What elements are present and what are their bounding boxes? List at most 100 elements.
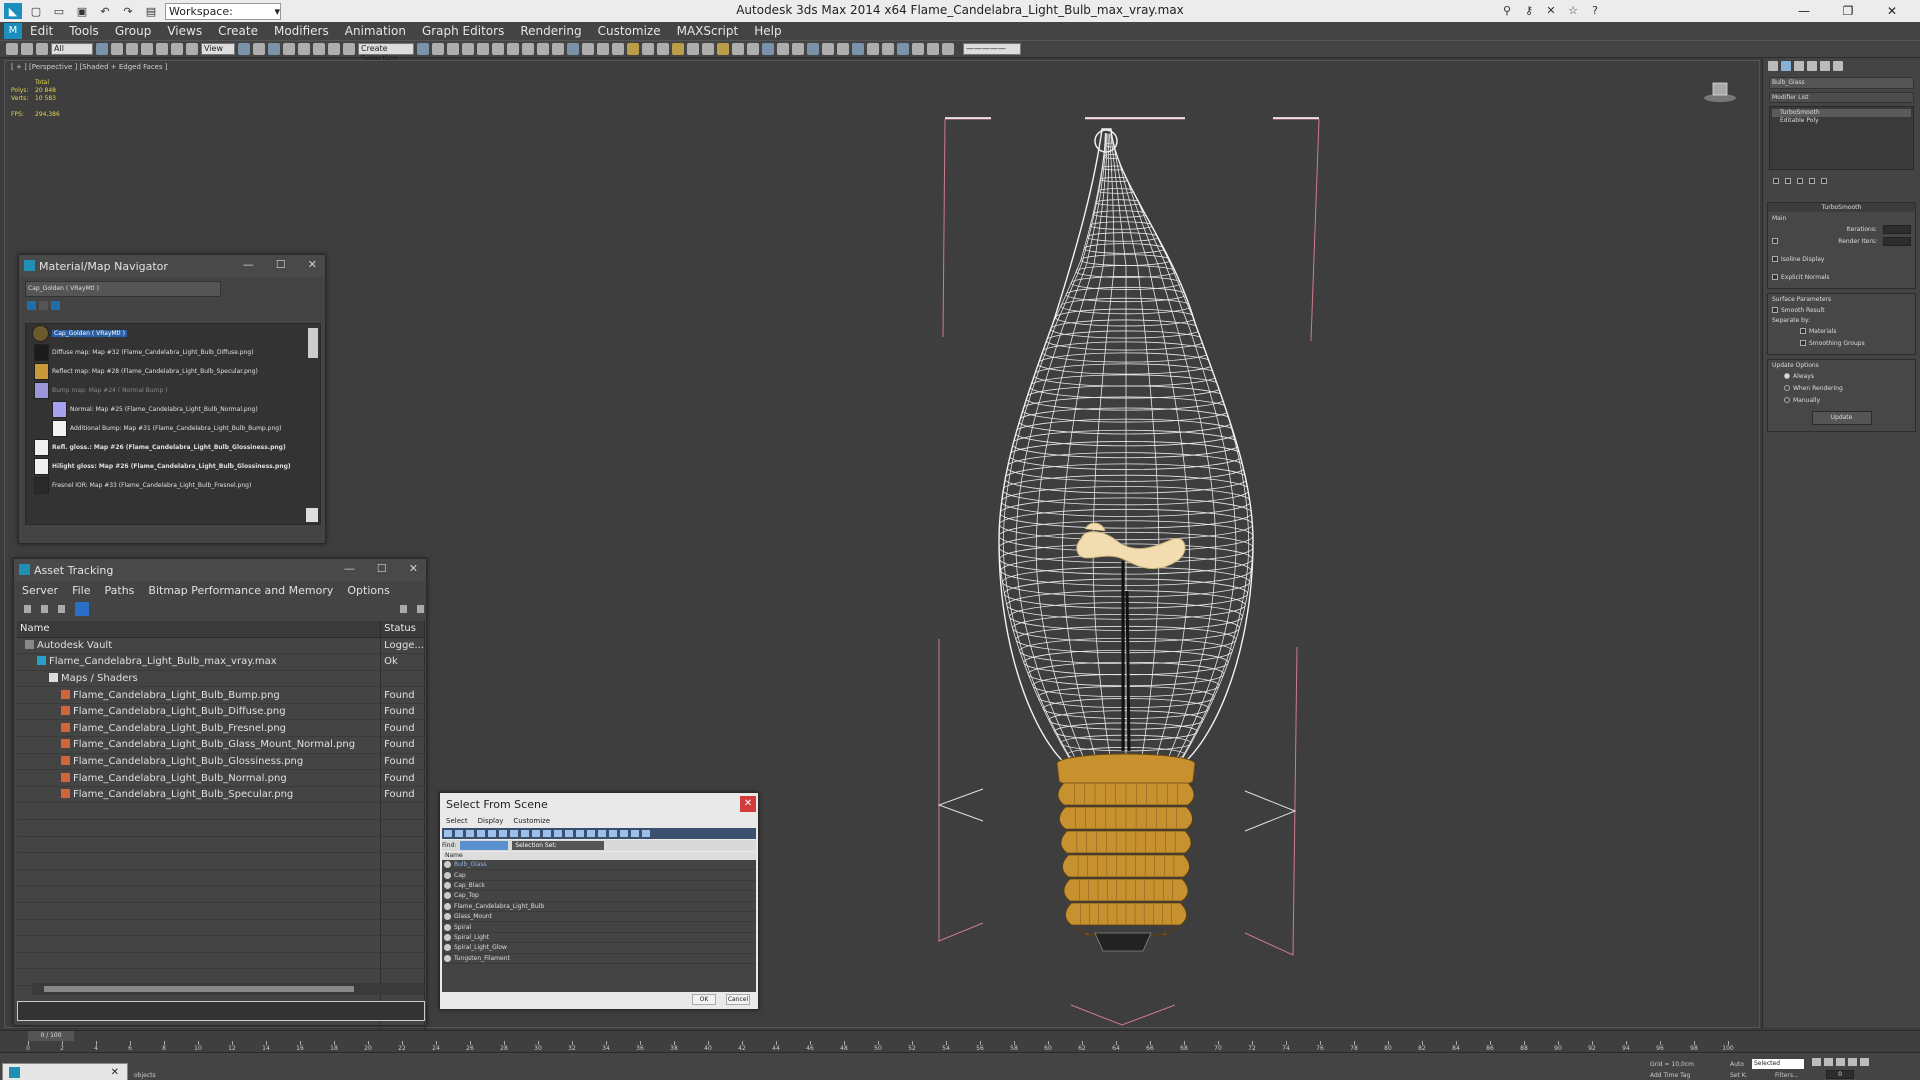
minimize-icon[interactable]: — (344, 562, 355, 575)
render-iters-spinner[interactable] (1883, 236, 1911, 246)
asset-tracking-titlebar[interactable]: Asset Tracking — ☐ ✕ (14, 559, 426, 581)
when-rendering-radio[interactable] (1784, 385, 1790, 391)
menu-graph-editors[interactable]: Graph Editors (422, 24, 504, 38)
refresh-icon[interactable] (24, 605, 31, 613)
menu-select[interactable]: Select (446, 817, 468, 825)
manually-radio[interactable] (1784, 397, 1790, 403)
menu-tools[interactable]: Tools (69, 24, 99, 38)
layer-manager-icon[interactable] (447, 43, 459, 55)
filter-columns-icon[interactable] (631, 830, 639, 837)
smooth-result-checkbox[interactable] (1772, 307, 1778, 313)
vray-env-icon[interactable] (897, 43, 909, 55)
vray-rt-icon[interactable] (912, 43, 924, 55)
filter-frozen-icon[interactable] (554, 830, 562, 837)
help-small-icon[interactable] (400, 605, 407, 613)
mirror-icon[interactable] (417, 43, 429, 55)
filter-bones-icon[interactable] (532, 830, 540, 837)
vray-mesh-export-icon[interactable] (612, 43, 624, 55)
selection-filter-dropdown[interactable]: All (51, 43, 93, 55)
table-row[interactable]: Flame_Candelabra_Light_Bulb_max_vray.max… (17, 653, 425, 671)
menu-paths[interactable]: Paths (105, 584, 135, 597)
table-row[interactable]: Flame_Candelabra_Light_Bulb_Bump.png Foun… (17, 686, 425, 704)
vray-mtl-icon[interactable] (807, 43, 819, 55)
close-icon[interactable]: ✕ (409, 562, 418, 575)
named-selection-dropdown[interactable]: Create Selection (358, 43, 414, 63)
list-item[interactable]: Bulb_Glass (442, 860, 756, 871)
select-manipulate-icon[interactable] (253, 43, 265, 55)
vray-displacement-icon[interactable] (762, 43, 774, 55)
undo-link-icon[interactable] (6, 43, 18, 55)
keyboard-shortcut-icon[interactable] (268, 43, 280, 55)
close-button[interactable]: ✕ (1870, 1, 1914, 21)
isoline-display-checkbox[interactable] (1772, 256, 1778, 262)
filter-none-icon[interactable] (587, 830, 595, 837)
column-header-status[interactable]: Status (380, 621, 425, 638)
table-row[interactable]: Maps / Shaders (17, 670, 425, 688)
table-row[interactable]: Flame_Candelabra_Light_Bulb_Normal.png Fo… (17, 769, 425, 787)
vray-fur-icon[interactable] (687, 43, 699, 55)
vray-light-lister-icon[interactable] (597, 43, 609, 55)
maximize-icon[interactable]: ☐ (377, 562, 387, 575)
update-button[interactable]: Update (1811, 411, 1872, 425)
select-object-icon[interactable] (96, 43, 108, 55)
map-item[interactable]: Additional Bump: Map #31 (Flame_Candelab… (26, 419, 320, 438)
material-root-item[interactable]: Cap_Golden ( VRayMtl ) (26, 324, 320, 343)
filter-groups-icon[interactable] (510, 830, 518, 837)
vray-override-icon[interactable] (822, 43, 834, 55)
list-item[interactable]: Spiral (442, 922, 756, 933)
go-to-end-icon[interactable] (1860, 1058, 1869, 1066)
list-item[interactable]: Cap (442, 870, 756, 881)
map-item[interactable]: Refl. gloss.: Map #26 (Flame_Candelabra_… (26, 438, 320, 457)
filter-hierarchy-icon[interactable] (620, 830, 628, 837)
table-row[interactable]: Flame_Candelabra_Light_Bulb_Glass_Mount_… (17, 736, 425, 754)
display-tab-icon[interactable] (1820, 61, 1830, 71)
vray-wrapper-icon[interactable] (837, 43, 849, 55)
unlink-icon[interactable] (21, 43, 33, 55)
remove-modifier-icon[interactable] (1809, 178, 1815, 184)
pin-stack-icon[interactable] (1773, 178, 1779, 184)
vray-plane-icon[interactable] (702, 43, 714, 55)
configure-sets-icon[interactable] (1821, 178, 1827, 184)
map-item[interactable]: Fresnel IOR: Map #33 (Flame_Candelabra_L… (26, 476, 320, 495)
checkout-icon[interactable] (58, 605, 65, 613)
filter-geometry-icon[interactable] (444, 830, 452, 837)
menu-display[interactable]: Display (478, 817, 504, 825)
vray-dome-icon[interactable] (657, 43, 669, 55)
list-item[interactable]: Glass_Mount (442, 912, 756, 923)
map-item[interactable]: Hilight gloss: Map #26 (Flame_Candelabra… (26, 457, 320, 476)
exchange-icon[interactable]: ✕ (1542, 2, 1560, 18)
select-from-scene-titlebar[interactable]: Select From Scene ✕ (440, 793, 758, 815)
menu-help[interactable]: Help (754, 24, 781, 38)
key-icon[interactable]: ⚷ (1520, 2, 1538, 18)
menu-server[interactable]: Server (22, 584, 58, 597)
vray-2side-icon[interactable] (867, 43, 879, 55)
utilities-tab-icon[interactable] (1833, 61, 1843, 71)
vray-sphere-icon[interactable] (672, 43, 684, 55)
maxscript-listener-button[interactable]: ✕ (2, 1063, 128, 1080)
checkin-icon[interactable] (41, 605, 48, 613)
selection-set-dropdown[interactable]: Selection Set: (512, 841, 605, 850)
pivot-center-icon[interactable] (238, 43, 250, 55)
material-name-field[interactable]: Cap_Golden ( VRayMtl ) (25, 281, 221, 297)
minimize-button[interactable]: — (1782, 1, 1826, 21)
table-view-icon[interactable] (75, 602, 89, 616)
max-logo-icon[interactable]: M (4, 23, 22, 39)
table-row[interactable]: Flame_Candelabra_Light_Bulb_Specular.png… (17, 786, 425, 804)
spinner-snap-icon[interactable] (328, 43, 340, 55)
vray-camera-icon[interactable] (732, 43, 744, 55)
close-icon[interactable]: ✕ (111, 1067, 119, 1078)
materials-checkbox[interactable] (1800, 328, 1806, 334)
make-unique-icon[interactable] (1797, 178, 1803, 184)
star-icon[interactable]: ☆ (1564, 2, 1582, 18)
table-row[interactable]: Flame_Candelabra_Light_Bulb_Diffuse.png F… (17, 703, 425, 721)
vray-light-icon[interactable] (627, 43, 639, 55)
column-header-name[interactable]: Name (17, 621, 382, 638)
vray-toolbar-icon[interactable] (567, 43, 579, 55)
find-input[interactable] (460, 841, 509, 850)
align-icon[interactable] (432, 43, 444, 55)
vray-sky-icon[interactable] (792, 43, 804, 55)
vray-scene-converter-icon[interactable] (942, 43, 954, 55)
filter-sync-icon[interactable] (609, 830, 617, 837)
render-setup-icon[interactable] (522, 43, 534, 55)
menu-options[interactable]: Options (347, 584, 389, 597)
